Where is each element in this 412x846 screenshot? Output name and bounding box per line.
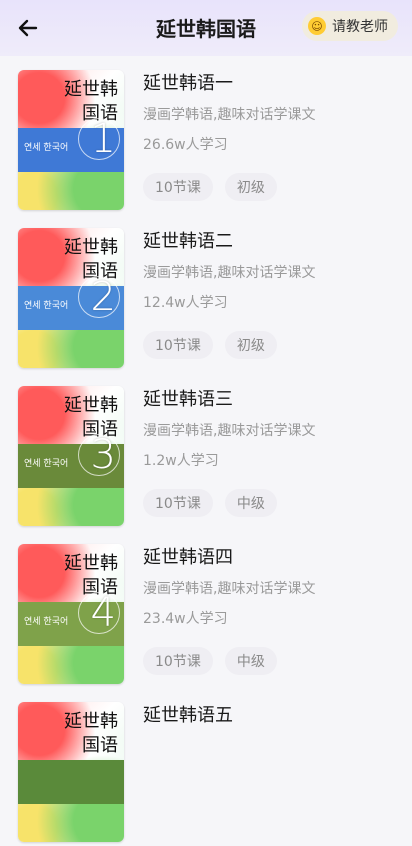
course-tags: 10节课 中级 [143, 647, 400, 675]
top-bar: 延世韩国语 ☺ 请教老师 [0, 0, 412, 56]
cover-number: 1 [90, 116, 116, 162]
ask-teacher-button[interactable]: ☺ 请教老师 [302, 11, 398, 41]
course-description: 漫画学韩语,趣味对话学课文 [143, 581, 316, 597]
course-tags: 10节课 初级 [143, 173, 400, 201]
course-item[interactable]: 延世韩国语 延世韩语五 [0, 688, 412, 846]
course-name: 延世韩语四 [143, 547, 233, 568]
cover-band-text: 연세 한국어 [24, 301, 69, 311]
cover-title: 延世韩国语 [64, 711, 118, 756]
cover-band [18, 760, 124, 804]
course-name: 延世韩语三 [143, 389, 233, 410]
course-cover-image: 延世韩国语 4 연세 한국어 [18, 544, 124, 684]
cover-band-text: 연세 한국어 [24, 143, 69, 153]
course-info: 延世韩语四 漫画学韩语,趣味对话学课文 23.4w人学习 10节课 中级 [143, 546, 400, 675]
course-name: 延世韩语五 [143, 705, 233, 726]
course-info: 延世韩语一 漫画学韩语,趣味对话学课文 26.6w人学习 10节课 初级 [143, 72, 400, 201]
course-item[interactable]: 延世韩国语 4 연세 한국어 延世韩语四 漫画学韩语,趣味对话学课文 23.4w… [0, 530, 412, 688]
course-cover-image: 延世韩国语 1 연세 한국어 [18, 70, 124, 210]
level-tag: 初级 [224, 173, 277, 201]
level-tag: 中级 [224, 647, 277, 675]
course-description: 漫画学韩语,趣味对话学课文 [143, 107, 316, 123]
course-tags: 10节课 初级 [143, 331, 400, 359]
teacher-face-icon: ☺ [308, 17, 326, 35]
course-cover-image: 延世韩国语 3 연세 한국어 [18, 386, 124, 526]
course-list: 延世韩国语 1 연세 한국어 延世韩语一 漫画学韩语,趣味对话学课文 26.6w… [0, 56, 412, 846]
lesson-count-tag: 10节课 [143, 173, 213, 201]
course-name: 延世韩语二 [143, 231, 233, 252]
course-item[interactable]: 延世韩国语 2 연세 한국어 延世韩语二 漫画学韩语,趣味对话学课文 12.4w… [0, 214, 412, 372]
course-tags: 10节课 中级 [143, 489, 400, 517]
course-info: 延世韩语三 漫画学韩语,趣味对话学课文 1.2w人学习 10节课 中级 [143, 388, 400, 517]
course-description: 漫画学韩语,趣味对话学课文 [143, 423, 316, 439]
lesson-count-tag: 10节课 [143, 647, 213, 675]
cover-number: 2 [90, 274, 116, 320]
course-description: 漫画学韩语,趣味对话学课文 [143, 265, 316, 281]
cover-number: 3 [90, 432, 116, 478]
cover-band-text: 연세 한국어 [24, 459, 69, 469]
lesson-count-tag: 10节课 [143, 331, 213, 359]
cover-number: 4 [90, 590, 116, 636]
ask-teacher-label: 请教老师 [332, 19, 388, 35]
course-learners: 26.6w人学习 [143, 137, 228, 153]
course-info: 延世韩语五 [143, 704, 400, 728]
level-tag: 初级 [224, 331, 277, 359]
course-item[interactable]: 延世韩国语 1 연세 한국어 延世韩语一 漫画学韩语,趣味对话学课文 26.6w… [0, 56, 412, 214]
lesson-count-tag: 10节课 [143, 489, 213, 517]
course-item[interactable]: 延世韩国语 3 연세 한국어 延世韩语三 漫画学韩语,趣味对话学课文 1.2w人… [0, 372, 412, 530]
course-info: 延世韩语二 漫画学韩语,趣味对话学课文 12.4w人学习 10节课 初级 [143, 230, 400, 359]
course-learners: 1.2w人学习 [143, 453, 219, 469]
course-cover-image: 延世韩国语 [18, 702, 124, 842]
course-learners: 23.4w人学习 [143, 611, 228, 627]
level-tag: 中级 [224, 489, 277, 517]
course-cover-image: 延世韩国语 2 연세 한국어 [18, 228, 124, 368]
course-name: 延世韩语一 [143, 73, 233, 94]
cover-band-text: 연세 한국어 [24, 617, 69, 627]
course-learners: 12.4w人学习 [143, 295, 228, 311]
